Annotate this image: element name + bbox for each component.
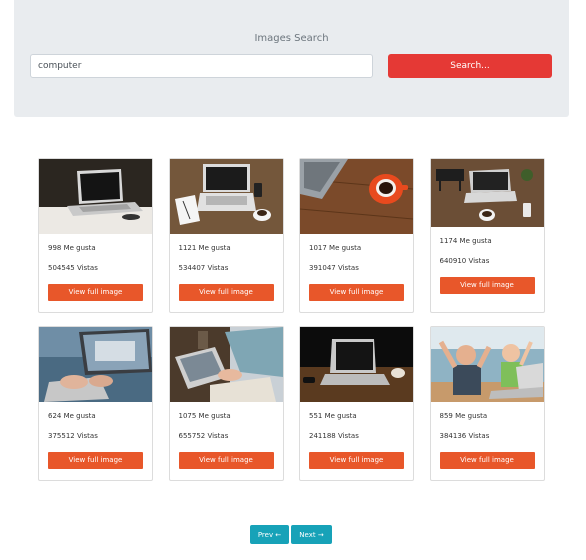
view-full-image-button[interactable]: View full image: [309, 284, 404, 301]
likes-count: 1174 Me gusta: [439, 237, 492, 245]
likes-count: 1121 Me gusta: [178, 244, 231, 252]
result-image[interactable]: [430, 159, 544, 227]
views-count: 534407 Vistas: [178, 264, 229, 272]
search-button[interactable]: Search...: [388, 54, 552, 78]
likes-count: 1075 Me gusta: [178, 412, 231, 420]
result-image[interactable]: [169, 327, 283, 402]
view-full-image-button[interactable]: View full image: [48, 452, 143, 469]
likes-count: 859 Me gusta: [439, 412, 488, 420]
views-count: 504545 Vistas: [48, 264, 98, 272]
result-image[interactable]: [39, 159, 152, 234]
image-card: 859 Me gusta 384136 Vistas View full ima…: [429, 326, 545, 481]
view-full-image-button[interactable]: View full image: [309, 452, 404, 469]
likes-count: 624 Me gusta: [48, 412, 96, 420]
view-full-image-button[interactable]: View full image: [178, 284, 274, 301]
likes-count: 998 Me gusta: [48, 244, 96, 252]
views-count: 375512 Vistas: [48, 432, 98, 440]
image-card: 1121 Me gusta 534407 Vistas View full im…: [168, 158, 284, 313]
image-card: 624 Me gusta 375512 Vistas View full ima…: [38, 326, 153, 481]
image-card: 998 Me gusta 504545 Vistas View full ima…: [38, 158, 153, 313]
result-image[interactable]: [300, 159, 413, 234]
image-card: 1017 Me gusta 391047 Vistas View full im…: [299, 158, 414, 313]
views-count: 241188 Vistas: [309, 432, 359, 440]
views-count: 391047 Vistas: [309, 264, 359, 272]
view-full-image-button[interactable]: View full image: [439, 277, 535, 294]
view-full-image-button[interactable]: View full image: [178, 452, 274, 469]
likes-count: 551 Me gusta: [309, 412, 357, 420]
search-panel: Images Search Search...: [14, 0, 569, 117]
image-card: 1174 Me gusta 640910 Vistas View full im…: [429, 158, 545, 313]
image-card: 551 Me gusta 241188 Vistas View full ima…: [299, 326, 414, 481]
search-input[interactable]: [30, 54, 373, 78]
prev-page-button[interactable]: Prev ←: [250, 525, 289, 544]
views-count: 655752 Vistas: [178, 432, 229, 440]
results-grid: 998 Me gusta 504545 Vistas View full ima…: [38, 158, 545, 481]
image-card: 1075 Me gusta 655752 Vistas View full im…: [168, 326, 284, 481]
views-count: 640910 Vistas: [439, 257, 490, 265]
result-image[interactable]: [430, 327, 544, 402]
pagination: Prev ← Next →: [250, 525, 332, 544]
next-page-button[interactable]: Next →: [291, 525, 332, 544]
result-image[interactable]: [169, 159, 283, 234]
view-full-image-button[interactable]: View full image: [48, 284, 143, 301]
views-count: 384136 Vistas: [439, 432, 490, 440]
view-full-image-button[interactable]: View full image: [439, 452, 535, 469]
result-image[interactable]: [300, 327, 413, 402]
likes-count: 1017 Me gusta: [309, 244, 362, 252]
search-title: Images Search: [254, 33, 329, 44]
result-image[interactable]: [39, 327, 152, 402]
